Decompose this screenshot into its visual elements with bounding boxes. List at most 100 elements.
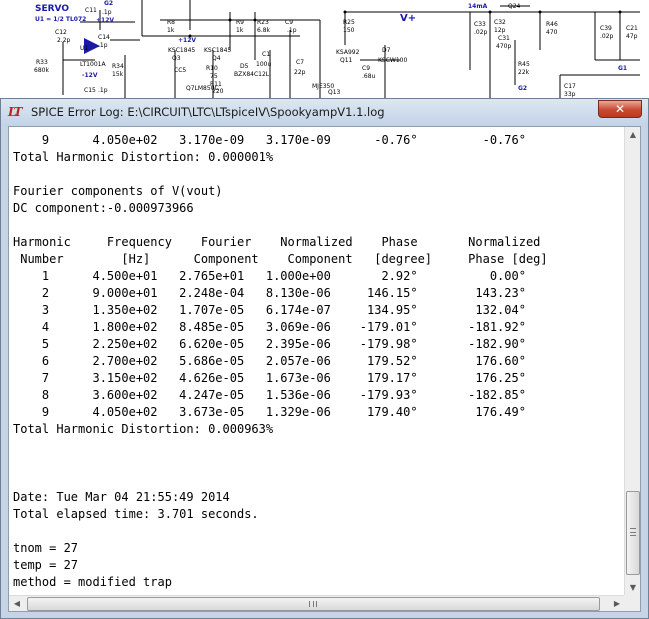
schematic-label-r8: R8 [167, 19, 175, 26]
log-line: Harmonic Frequency Fourier Normalized Ph… [13, 235, 541, 249]
schematic-label-c1: C1 [262, 51, 271, 58]
schematic-label-c17: C17 [564, 83, 576, 90]
schematic-label-r10-val: 75 [210, 73, 218, 80]
schematic-label-c12: C12 [55, 29, 67, 36]
log-line: Number [Hz] Component Component [degree]… [13, 252, 548, 266]
window-title: SPICE Error Log: E:\CIRCUIT\LTC\LTspiceI… [31, 105, 385, 119]
scroll-up-button[interactable]: ▲ [625, 127, 641, 143]
schematic-label-c21-val: 47p [626, 33, 638, 40]
schematic-label-lt1001a: LT1001A [80, 61, 106, 68]
schematic-label-c7: C7 [296, 59, 305, 66]
log-line: Total elapsed time: 3.701 seconds. [13, 507, 259, 521]
schematic-label-c7-val: 22p [294, 69, 306, 76]
schematic-label-c32: C32 [494, 19, 506, 26]
horizontal-scrollbar[interactable]: ◀ ▶ [9, 595, 625, 611]
schematic-label-g2: G2 [104, 0, 114, 7]
schematic-label-c9b-val: .68u [362, 73, 376, 80]
schematic-label-u1-tag: U1 [80, 45, 89, 52]
grip-icon [630, 528, 636, 536]
schematic-label-r11-val: 220 [212, 88, 224, 95]
log-line: method = modified trap [13, 575, 172, 589]
schematic-label-r33: R33 [36, 59, 48, 66]
schematic-label-c14: C14 [98, 34, 110, 41]
schematic-label-q13: Q13 [328, 89, 341, 96]
schematic-label-g1: G1 [618, 65, 628, 72]
schematic-label-14ma: 14mA [468, 3, 488, 10]
scroll-right-button[interactable]: ▶ [609, 596, 625, 612]
schematic-label-r9-val: 1k [236, 27, 244, 34]
schematic-label-c31-val: 470p [496, 43, 512, 50]
scroll-right-arrow-icon: ▶ [613, 599, 621, 608]
schematic-label-r23: R23 [257, 19, 269, 26]
log-text-area[interactable]: 9 4.050e+02 3.170e-09 3.170e-09 -0.76° -… [8, 126, 641, 612]
schematic-label-r25: R25 [343, 19, 355, 26]
scroll-left-arrow-icon: ◀ [13, 599, 21, 608]
log-line: 5 2.250e+02 6.620e-05 2.395e-06 -179.98°… [13, 337, 526, 351]
horizontal-scroll-thumb[interactable] [27, 597, 600, 611]
schematic-label-c9-val: .1p [287, 27, 297, 34]
window-titlebar[interactable]: LT SPICE Error Log: E:\CIRCUIT\LTC\LTspi… [1, 99, 648, 126]
schematic-label-r46-val: 470 [546, 29, 558, 36]
schematic-label-c33-val: .02p [474, 29, 488, 36]
schematic-label-c39: C39 [600, 25, 612, 32]
log-line: 7 3.150e+02 4.626e-05 1.673e-06 179.17° … [13, 371, 526, 385]
schematic-label-r23-val: 6.8k [257, 27, 271, 34]
spice-error-log-window[interactable]: LT SPICE Error Log: E:\CIRCUIT\LTC\LTspi… [0, 98, 649, 619]
schematic-label-r10: R10 [206, 65, 218, 72]
grip-icon [309, 601, 317, 607]
schematic-label-vplus: V+ [400, 13, 417, 24]
log-line: 3 1.350e+02 1.707e-05 6.174e-07 134.95° … [13, 303, 526, 317]
schematic-label-ksa992: KSA992 [336, 49, 360, 56]
schematic-label-u1: U1 = 1/2 TL072 [35, 16, 87, 23]
log-line: Total Harmonic Distortion: 0.000001% [13, 150, 274, 164]
schematic-label-c11: C11 [85, 7, 97, 14]
schematic-label-c32-val: 12p [494, 27, 506, 34]
vertical-scroll-thumb[interactable] [626, 491, 640, 575]
schematic-label-r8-val: 1k [167, 27, 175, 34]
schematic-label-kscw100: KSCW100 [378, 57, 408, 64]
schematic-label-q24: Q24 [508, 3, 521, 10]
scrollbar-corner [624, 595, 640, 611]
schematic-label-servo: SERVO [35, 4, 70, 14]
log-line: 8 3.600e+02 4.247e-05 1.536e-06 -179.93°… [13, 388, 526, 402]
schematic-label-r34: R34 [112, 63, 124, 70]
log-line: 2 9.000e+01 2.248e-04 8.130e-06 146.15° … [13, 286, 526, 300]
log-line: temp = 27 [13, 558, 79, 572]
log-line: 1 4.500e+01 2.765e+01 1.000e+00 2.92° 0.… [13, 269, 526, 283]
schematic-label-c14-val: .1p [98, 42, 108, 49]
schematic-label-c1-val: 100u [256, 61, 272, 68]
log-line: 9 4.050e+02 3.170e-09 3.170e-09 -0.76° -… [13, 133, 526, 147]
schematic-label-q4: Q4 [212, 55, 221, 62]
schematic-label-q11: Q11 [340, 57, 353, 64]
schematic-label-c11-val: .1p [102, 9, 112, 16]
scroll-left-button[interactable]: ◀ [9, 596, 25, 612]
scroll-down-button[interactable]: ▼ [625, 580, 641, 596]
vertical-scrollbar[interactable]: ▲ ▼ [624, 127, 640, 596]
log-line: 4 1.800e+02 8.485e-05 3.069e-06 -179.01°… [13, 320, 526, 334]
schematic-label-c21: C21 [626, 25, 638, 32]
schematic-label-bzx: BZX84C12L [234, 71, 270, 78]
schematic-label-g2b: G2 [518, 85, 528, 92]
log-line: 6 2.700e+02 5.686e-05 2.057e-06 179.52° … [13, 354, 526, 368]
schematic-label-c9: C9 [285, 19, 294, 26]
close-button[interactable]: ✕ [598, 100, 642, 118]
log-line: Fourier components of V(vout) [13, 184, 223, 198]
log-content[interactable]: 9 4.050e+02 3.170e-09 3.170e-09 -0.76° -… [9, 127, 625, 596]
log-line: DC component:-0.000973966 [13, 201, 194, 215]
schematic-label-c15-val: .1p [98, 87, 108, 94]
scroll-up-arrow-icon: ▲ [629, 130, 637, 139]
schematic-label-minus12v: -12V [82, 72, 98, 79]
schematic-label-c12-val: 2.2p [57, 37, 71, 44]
schematic-label-r34-val: 15k [112, 71, 124, 78]
schematic-label-d7: D7 [382, 47, 391, 54]
schematic-label-c39-val: .02p [600, 33, 614, 40]
schematic-label-r25-val: 150 [343, 27, 355, 34]
schematic-label-d5: D5 [240, 63, 249, 70]
schematic-label-ksc1845b: KSC1845 [204, 47, 232, 54]
